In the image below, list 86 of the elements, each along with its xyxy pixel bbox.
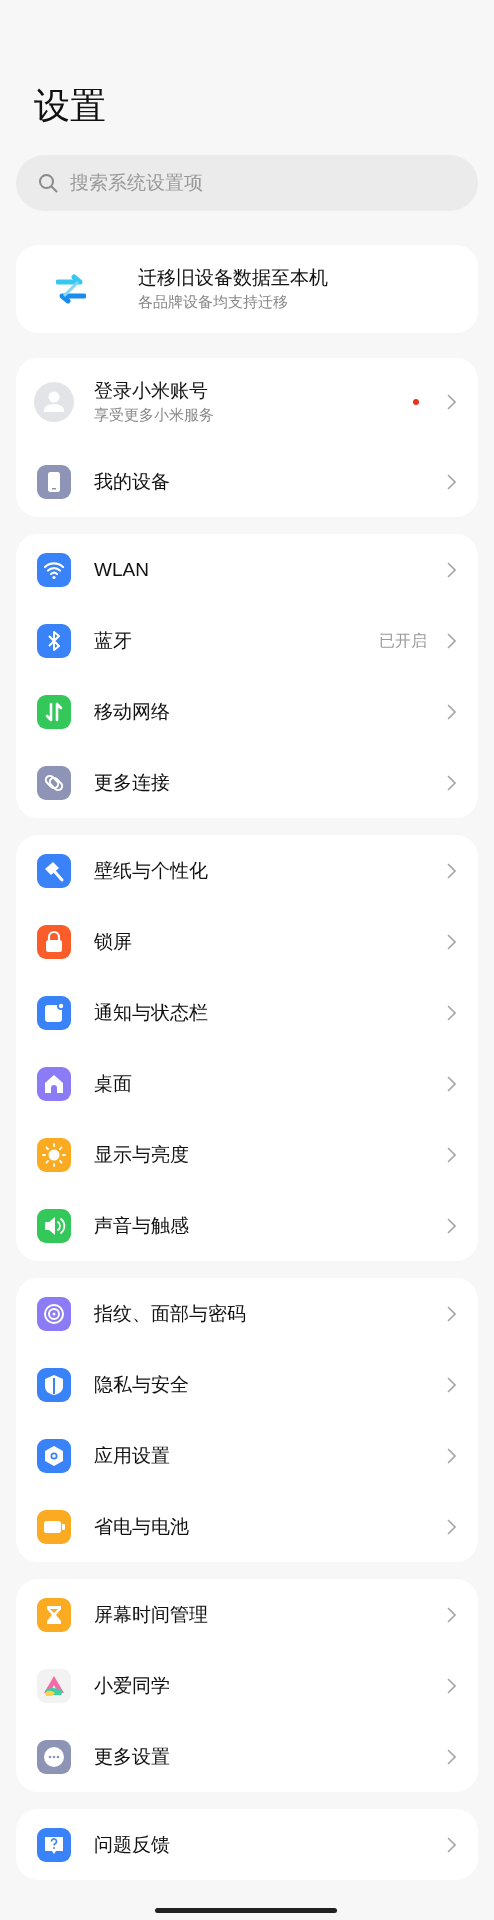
item-label: 更多设置	[94, 1744, 171, 1769]
item-label: 屏幕时间管理	[94, 1602, 209, 1627]
question-bubble-icon	[37, 1827, 71, 1862]
settings-item[interactable]: 小爱同学	[16, 1650, 478, 1721]
migration-title: 迁移旧设备数据至本机	[138, 266, 328, 290]
item-label: 更多连接	[94, 770, 171, 795]
chevron-right-icon	[447, 1606, 456, 1623]
item-label: 省电与电池	[94, 1514, 190, 1539]
colorful-a-icon	[37, 1668, 71, 1703]
item-subtitle: 享受更多小米服务	[94, 405, 215, 425]
speaker-icon	[37, 1208, 71, 1243]
item-value: 已开启	[379, 630, 427, 651]
chevron-right-icon	[447, 1217, 456, 1234]
settings-item[interactable]: WLAN	[16, 534, 478, 605]
settings-item[interactable]: 省电与电池	[16, 1491, 478, 1562]
chevron-right-icon	[447, 774, 456, 791]
settings-item[interactable]: 应用设置	[16, 1420, 478, 1491]
chevron-right-icon	[447, 632, 456, 649]
sun-icon	[37, 1137, 71, 1172]
settings-item[interactable]: 显示与亮度	[16, 1119, 478, 1190]
chevron-right-icon	[447, 1836, 456, 1853]
chevron-right-icon	[447, 1677, 456, 1694]
item-label: 桌面	[94, 1071, 133, 1096]
item-label: 指纹、面部与密码	[94, 1301, 247, 1326]
phone-icon	[37, 464, 71, 499]
settings-item[interactable]: 隐私与安全	[16, 1349, 478, 1420]
chevron-right-icon	[447, 703, 456, 720]
chevron-right-icon	[447, 1075, 456, 1092]
settings-item[interactable]: 指纹、面部与密码	[16, 1278, 478, 1349]
chevron-right-icon	[447, 1004, 456, 1021]
settings-item[interactable]: 问题反馈	[16, 1809, 478, 1880]
settings-item[interactable]: 壁纸与个性化	[16, 835, 478, 906]
chevron-right-icon	[447, 1376, 456, 1393]
item-label: 问题反馈	[94, 1832, 171, 1857]
settings-item[interactable]: 登录小米账号 享受更多小米服务	[16, 358, 478, 446]
chevron-right-icon	[447, 1748, 456, 1765]
settings-item[interactable]: 更多设置	[16, 1721, 478, 1792]
item-label: 蓝牙	[94, 628, 133, 653]
item-label: 锁屏	[94, 929, 133, 954]
settings-item[interactable]: 屏幕时间管理	[16, 1579, 478, 1650]
item-label: 我的设备	[94, 469, 171, 494]
chevron-right-icon	[447, 1305, 456, 1322]
shield-icon	[37, 1367, 71, 1402]
chevron-right-icon	[447, 1518, 456, 1535]
chevron-right-icon	[447, 933, 456, 950]
lock-icon	[37, 924, 71, 959]
item-label: 移动网络	[94, 699, 171, 724]
item-label: 通知与状态栏	[94, 1000, 209, 1025]
chevron-right-icon	[447, 1447, 456, 1464]
item-label: 显示与亮度	[94, 1142, 190, 1167]
chevron-right-icon	[447, 1146, 456, 1163]
chevron-right-icon	[447, 394, 456, 410]
more-dots-icon	[37, 1739, 71, 1774]
home-icon	[37, 1066, 71, 1101]
migration-card[interactable]: 迁移旧设备数据至本机 各品牌设备均支持迁移	[16, 245, 478, 333]
item-label: 登录小米账号	[94, 379, 209, 403]
item-label: 声音与触感	[94, 1213, 190, 1238]
settings-item[interactable]: 我的设备	[16, 446, 478, 517]
chevron-right-icon	[447, 862, 456, 879]
search-field[interactable]: 搜索系统设置项	[16, 155, 478, 211]
chevron-right-icon	[447, 561, 456, 578]
settings-item[interactable]: 通知与状态栏	[16, 977, 478, 1048]
settings-item[interactable]: 声音与触感	[16, 1190, 478, 1261]
settings-item[interactable]: 锁屏	[16, 906, 478, 977]
hourglass-icon	[37, 1597, 71, 1632]
data-arrows-icon	[37, 694, 71, 729]
item-label: 隐私与安全	[94, 1372, 190, 1397]
fingerprint-icon	[37, 1296, 71, 1331]
person-avatar-icon	[34, 382, 74, 422]
battery-icon	[37, 1509, 71, 1544]
bluetooth-icon	[37, 623, 71, 658]
notification-icon	[37, 995, 71, 1030]
settings-item[interactable]: 移动网络	[16, 676, 478, 747]
link-icon	[37, 765, 71, 800]
settings-item[interactable]: 更多连接	[16, 747, 478, 818]
item-label: 应用设置	[94, 1443, 171, 1468]
wifi-icon	[37, 552, 71, 587]
item-label: WLAN	[94, 557, 150, 582]
settings-item[interactable]: 蓝牙 已开启	[16, 605, 478, 676]
chevron-right-icon	[447, 473, 456, 490]
migration-subtitle: 各品牌设备均支持迁移	[138, 292, 289, 312]
item-label: 壁纸与个性化	[94, 858, 209, 883]
page-title: 设置	[33, 84, 107, 128]
item-label: 小爱同学	[94, 1673, 171, 1698]
settings-item[interactable]: 桌面	[16, 1048, 478, 1119]
brush-icon	[37, 853, 71, 888]
